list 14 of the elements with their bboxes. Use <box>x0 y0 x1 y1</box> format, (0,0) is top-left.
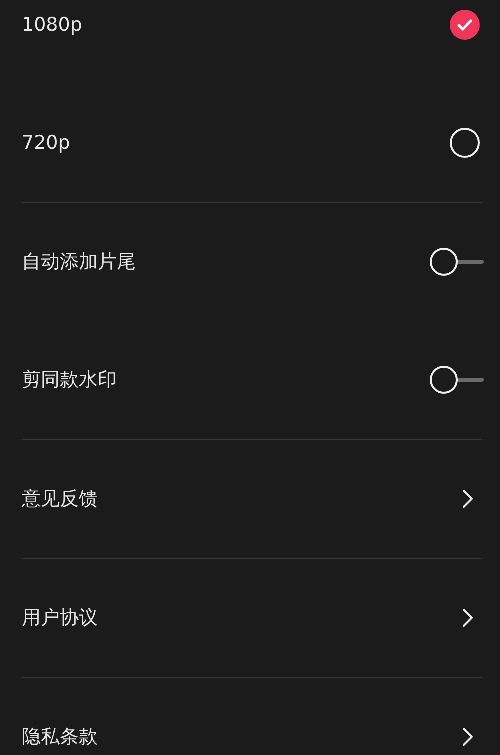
setting-label: 隐私条款 <box>22 726 98 748</box>
setting-label: 用户协议 <box>22 607 98 629</box>
setting-label: 意见反馈 <box>22 488 98 510</box>
selected-check-icon[interactable] <box>450 10 480 40</box>
toggle-switch[interactable] <box>430 366 484 394</box>
setting-label: 1080p <box>22 14 82 36</box>
chevron-right-icon <box>462 727 474 747</box>
toggle-switch[interactable] <box>430 248 484 276</box>
chevron-right-icon <box>462 608 474 628</box>
setting-label: 720p <box>22 132 70 154</box>
setting-label: 自动添加片尾 <box>22 251 136 273</box>
chevron-right-icon <box>462 489 474 509</box>
setting-label: 剪同款水印 <box>22 369 117 391</box>
radio-button[interactable] <box>450 128 480 158</box>
